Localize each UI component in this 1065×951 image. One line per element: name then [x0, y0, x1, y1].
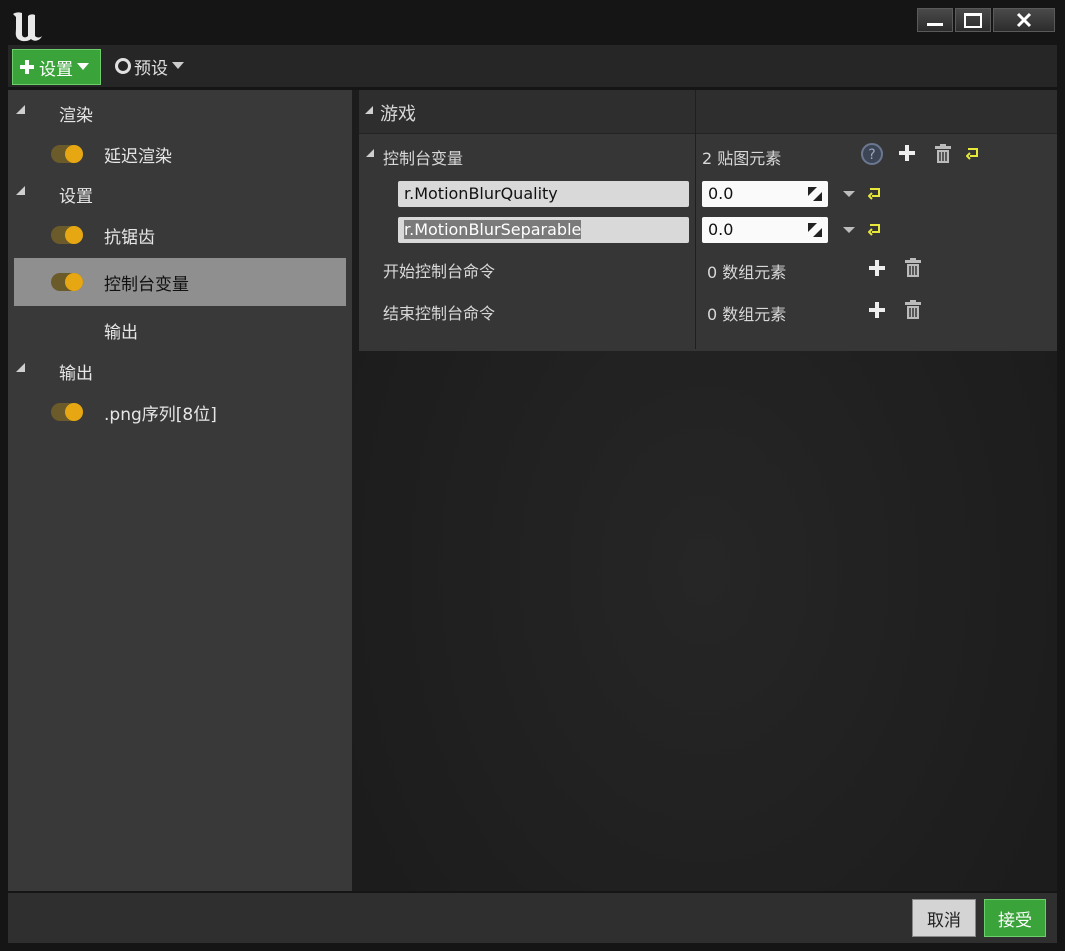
sidebar-item-antialiasing[interactable]: 抗锯齿: [8, 215, 352, 255]
minimize-icon: [927, 22, 943, 26]
close-icon: [1016, 12, 1032, 28]
console-var-value-text: 0.0: [708, 220, 734, 239]
spin-arrows-icon[interactable]: [808, 187, 822, 201]
sidebar-item-label: 输出: [104, 322, 138, 343]
presets-button[interactable]: 预设: [115, 53, 184, 79]
console-vars-count: 2 贴图元素: [702, 149, 782, 168]
add-start-command-button[interactable]: [868, 259, 886, 277]
reset-arrow-icon: [966, 148, 978, 160]
plus-icon: [899, 145, 915, 161]
sidebar-item-output-setting[interactable]: 输出: [8, 310, 352, 350]
toggle-knob: [65, 226, 83, 244]
details-panel: 游戏 控制台变量 2 贴图元素 ? r.MotionBlurQuality 0.…: [359, 90, 1057, 351]
expand-console-vars-icon[interactable]: [366, 149, 374, 157]
accept-button[interactable]: 接受: [984, 899, 1046, 937]
clear-end-commands-button[interactable]: [904, 300, 922, 320]
cancel-button[interactable]: 取消: [912, 899, 976, 937]
sidebar-category-output[interactable]: 输出: [8, 351, 352, 391]
sidebar-item-label: 设置: [59, 186, 93, 207]
svg-text:?: ?: [868, 147, 875, 163]
minimize-button[interactable]: [917, 8, 953, 32]
title-bar[interactable]: [0, 0, 1065, 44]
reset-to-default-button[interactable]: [868, 186, 882, 200]
end-commands-count: 0 数组元素: [707, 305, 787, 324]
sidebar-item-deferred-rendering[interactable]: 延迟渲染: [8, 134, 352, 174]
close-button[interactable]: [993, 8, 1055, 32]
section-title: 游戏: [380, 104, 416, 125]
settings-button-label: 设置: [39, 59, 73, 80]
dialog-footer: 取消 接受: [8, 893, 1057, 943]
row-options-dropdown-icon[interactable]: [843, 191, 855, 197]
add-element-button[interactable]: [898, 144, 916, 162]
sidebar-category-rendering[interactable]: 渲染: [8, 93, 352, 133]
toolbar: 设置 预设: [8, 45, 1057, 87]
sidebar-category-settings[interactable]: 设置: [8, 174, 352, 214]
preset-ring-icon: [115, 58, 131, 74]
chevron-down-icon: [77, 63, 89, 70]
column-divider[interactable]: [695, 90, 696, 349]
render-settings-window: 设置 预设 渲染 延迟渲染 设置 抗锯齿 控制台变量 输出 输出 .png序列[…: [0, 0, 1065, 951]
toggle-knob: [65, 145, 83, 163]
spin-arrows-icon[interactable]: [808, 223, 822, 237]
sidebar-item-label: .png序列[8位]: [104, 404, 217, 425]
console-var-key-field[interactable]: r.MotionBlurSeparable: [398, 217, 689, 243]
sidebar-item-label: 延迟渲染: [104, 146, 172, 167]
toggle-knob: [65, 403, 83, 421]
end-commands-label: 结束控制台命令: [383, 304, 496, 323]
plus-icon: [869, 260, 885, 276]
chevron-down-icon: [172, 62, 184, 69]
reset-to-default-button[interactable]: [966, 146, 980, 160]
console-var-key-text: r.MotionBlurQuality: [404, 184, 558, 203]
collapse-triangle-icon: [16, 186, 25, 195]
collapse-triangle-icon: [365, 106, 373, 114]
console-var-value-text: 0.0: [708, 184, 734, 203]
trash-icon: [905, 300, 921, 319]
start-commands-count: 0 数组元素: [707, 263, 787, 282]
clear-start-commands-button[interactable]: [904, 258, 922, 278]
add-end-command-button[interactable]: [868, 301, 886, 319]
section-header-game[interactable]: 游戏: [359, 90, 1057, 134]
help-button[interactable]: ?: [860, 142, 884, 166]
enable-toggle[interactable]: [51, 403, 83, 421]
console-var-key-field[interactable]: r.MotionBlurQuality: [398, 181, 689, 207]
toggle-knob: [65, 273, 83, 291]
sidebar-item-label: 渲染: [59, 105, 93, 126]
console-var-value-field[interactable]: 0.0: [702, 181, 828, 207]
console-vars-label: 控制台变量: [383, 149, 464, 168]
unreal-logo-icon: [13, 12, 42, 42]
details-area: 游戏 控制台变量 2 贴图元素 ? r.MotionBlurQuality 0.…: [352, 90, 1057, 891]
maximize-icon: [964, 12, 982, 28]
settings-sidebar: 渲染 延迟渲染 设置 抗锯齿 控制台变量 输出 输出 .png序列[8位]: [8, 90, 352, 891]
trash-icon: [905, 258, 921, 277]
sidebar-item-label: 输出: [59, 363, 93, 384]
clear-elements-button[interactable]: [934, 144, 952, 164]
plus-icon: [20, 60, 34, 74]
collapse-triangle-icon: [16, 363, 25, 372]
trash-icon: [935, 144, 951, 163]
maximize-button[interactable]: [955, 8, 991, 32]
sidebar-item-png-sequence[interactable]: .png序列[8位]: [8, 392, 352, 432]
reset-arrow-icon: [868, 188, 880, 200]
console-var-value-field[interactable]: 0.0: [702, 217, 828, 243]
enable-toggle[interactable]: [51, 226, 83, 244]
enable-toggle[interactable]: [51, 273, 83, 291]
reset-arrow-icon: [868, 224, 880, 236]
reset-to-default-button[interactable]: [868, 222, 882, 236]
sidebar-item-label: 控制台变量: [104, 274, 189, 295]
console-var-key-text: r.MotionBlurSeparable: [404, 220, 582, 239]
sidebar-item-console-variables[interactable]: 控制台变量: [14, 258, 346, 306]
row-options-dropdown-icon[interactable]: [843, 227, 855, 233]
presets-button-label: 预设: [134, 58, 168, 79]
start-commands-label: 开始控制台命令: [383, 262, 496, 281]
plus-icon: [869, 302, 885, 318]
add-settings-button[interactable]: 设置: [12, 49, 101, 85]
collapse-triangle-icon: [16, 105, 25, 114]
sidebar-item-label: 抗锯齿: [104, 227, 155, 248]
window-controls: [915, 8, 1055, 32]
help-icon: ?: [861, 143, 883, 165]
enable-toggle[interactable]: [51, 145, 83, 163]
